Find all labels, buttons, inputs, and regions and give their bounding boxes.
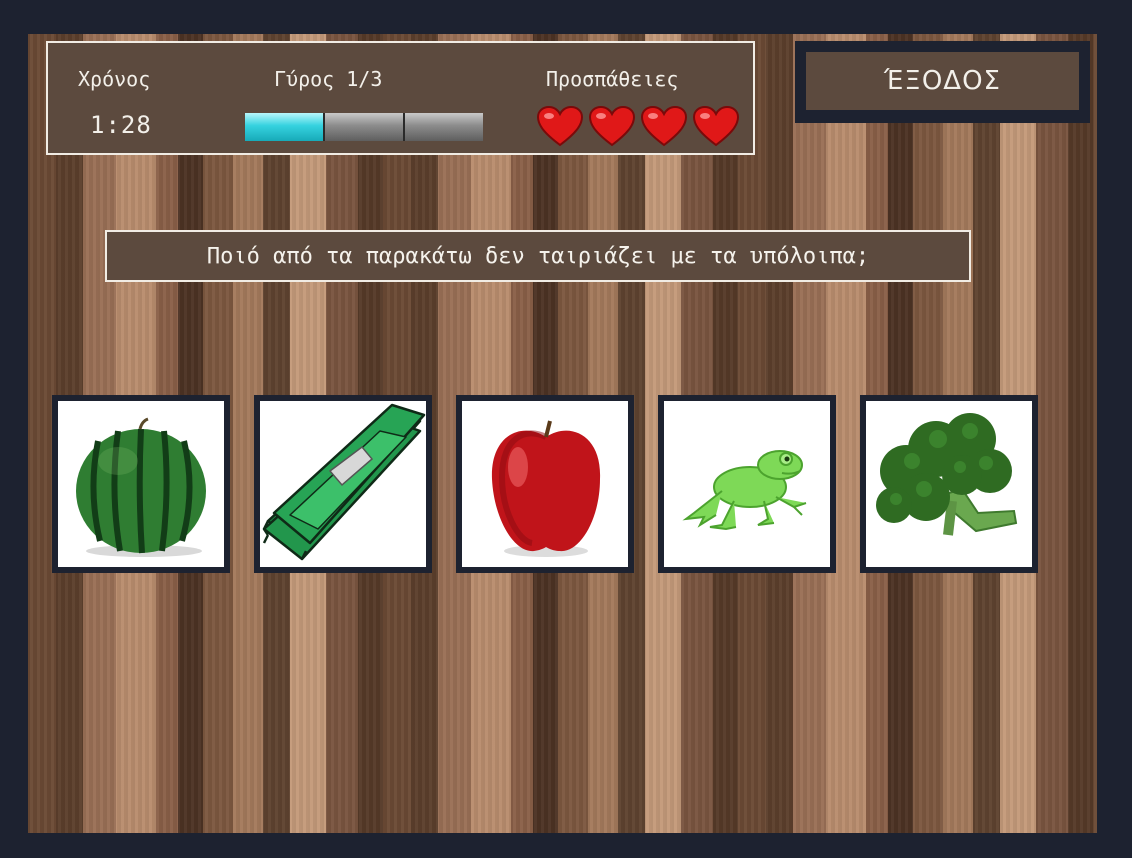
exit-button[interactable]: ΈΞΟΔΟΣ: [806, 52, 1079, 110]
attempts-label: Προσπάθειες: [546, 67, 679, 91]
choice-card-apple[interactable]: [456, 395, 634, 573]
time-value: 1:28: [90, 111, 152, 139]
choice-card-frog[interactable]: [658, 395, 836, 573]
round-progress-bar: [245, 113, 483, 141]
choice-card-broccoli[interactable]: [860, 395, 1038, 573]
heart-icon: [640, 105, 688, 147]
choice-card-money[interactable]: [254, 395, 432, 573]
apple-icon: [491, 420, 601, 557]
frog-icon: [682, 450, 807, 531]
heart-icon: [536, 105, 584, 147]
broccoli-icon: [876, 413, 1018, 536]
heart-icon: [692, 105, 740, 147]
choice-card-watermelon[interactable]: [52, 395, 230, 573]
time-label: Χρόνος: [78, 67, 151, 91]
question-text: Ποιό από τα παρακάτω δεν ταιριάζει με τα…: [105, 230, 971, 282]
round-label: Γύρος 1/3: [274, 67, 383, 91]
money-stack-icon: [262, 403, 426, 561]
progress-segment: [325, 113, 403, 141]
progress-segment: [405, 113, 483, 141]
watermelon-icon: [76, 417, 206, 557]
attempts-hearts: [536, 105, 740, 147]
status-panel: Χρόνος 1:28 Γύρος 1/3 Προσπάθειες: [46, 41, 755, 155]
exit-button-frame: ΈΞΟΔΟΣ: [795, 41, 1090, 123]
progress-segment: [245, 113, 323, 141]
heart-icon: [588, 105, 636, 147]
